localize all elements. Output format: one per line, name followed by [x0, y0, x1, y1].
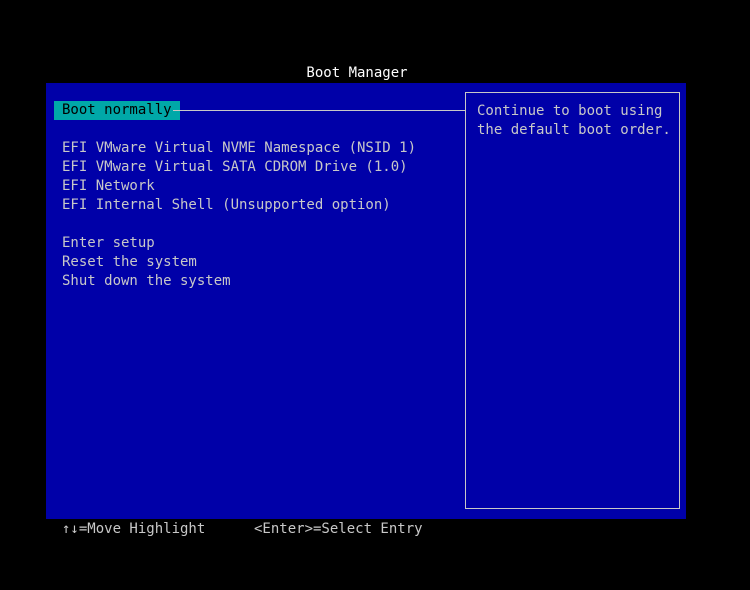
menu-item-enter-setup[interactable]: Enter setup [62, 234, 155, 253]
menu-item-shut-down-system[interactable]: Shut down the system [62, 272, 231, 291]
menu-item-efi-sata-cdrom[interactable]: EFI VMware Virtual SATA CDROM Drive (1.0… [62, 158, 408, 177]
selection-divider [173, 110, 465, 111]
menu-item-efi-network[interactable]: EFI Network [62, 177, 155, 196]
boot-manager-panel: Boot normally EFI VMware Virtual NVME Na… [46, 83, 686, 519]
help-box: Continue to boot using the default boot … [465, 92, 680, 509]
page-title: Boot Manager [306, 65, 408, 81]
menu-item-efi-internal-shell[interactable]: EFI Internal Shell (Unsupported option) [62, 196, 391, 215]
menu-item-boot-normally[interactable]: Boot normally [54, 101, 180, 120]
footer-move-hint: ↑↓=Move Highlight [62, 521, 206, 537]
help-text-line: Continue to boot using [477, 103, 663, 119]
menu-item-efi-nvme[interactable]: EFI VMware Virtual NVME Namespace (NSID … [62, 139, 416, 158]
menu-item-reset-system[interactable]: Reset the system [62, 253, 197, 272]
footer-select-hint: <Enter>=Select Entry [254, 521, 423, 537]
help-text-line: the default boot order. [477, 122, 671, 138]
